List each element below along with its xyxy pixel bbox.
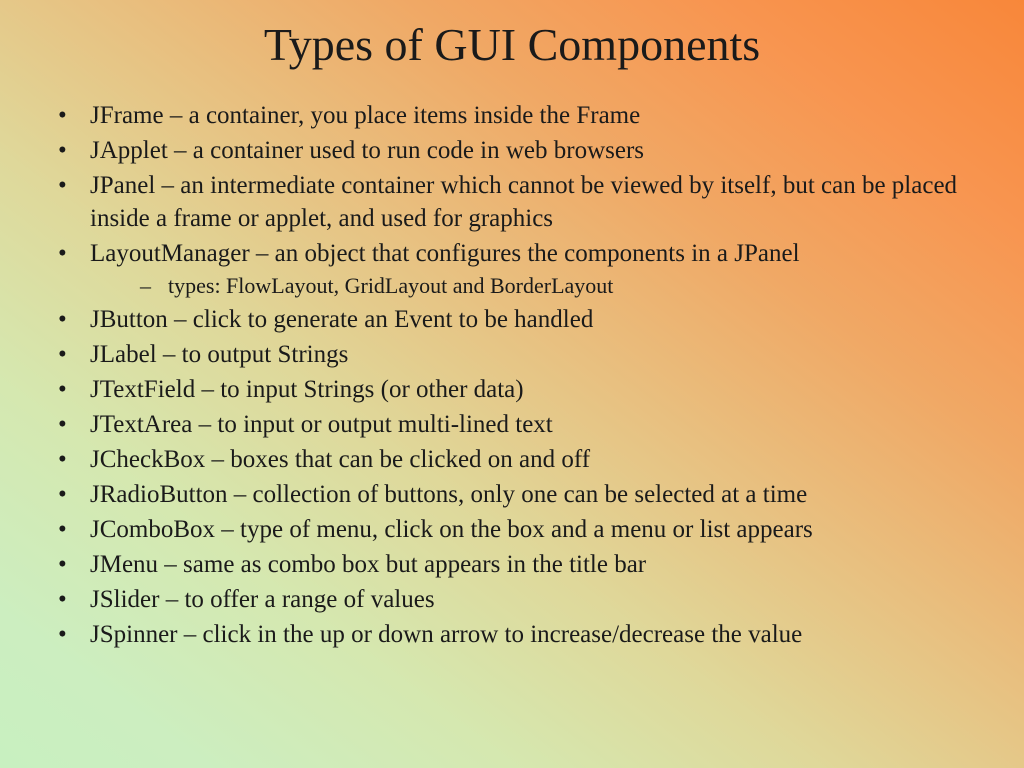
slide-title: Types of GUI Components (30, 18, 994, 71)
list-item: JSlider – to offer a range of values (56, 583, 994, 616)
list-item: LayoutManager – an object that configure… (56, 237, 994, 301)
list-item: JTextField – to input Strings (or other … (56, 373, 994, 406)
sub-list-item: types: FlowLayout, GridLayout and Border… (140, 272, 994, 301)
list-item: JButton – click to generate an Event to … (56, 303, 994, 336)
list-item: JCheckBox – boxes that can be clicked on… (56, 443, 994, 476)
list-item: JPanel – an intermediate container which… (56, 169, 994, 235)
list-item: JMenu – same as combo box but appears in… (56, 548, 994, 581)
list-item: JSpinner – click in the up or down arrow… (56, 618, 994, 651)
list-item: JLabel – to output Strings (56, 338, 994, 371)
list-item: JApplet – a container used to run code i… (56, 134, 994, 167)
list-item: JComboBox – type of menu, click on the b… (56, 513, 994, 546)
list-item: JTextArea – to input or output multi-lin… (56, 408, 994, 441)
list-item: JRadioButton – collection of buttons, on… (56, 478, 994, 511)
bullet-list: JFrame – a container, you place items in… (30, 99, 994, 651)
sub-bullet-list: types: FlowLayout, GridLayout and Border… (90, 272, 994, 301)
list-item: JFrame – a container, you place items in… (56, 99, 994, 132)
list-item-text: LayoutManager – an object that configure… (90, 240, 800, 267)
